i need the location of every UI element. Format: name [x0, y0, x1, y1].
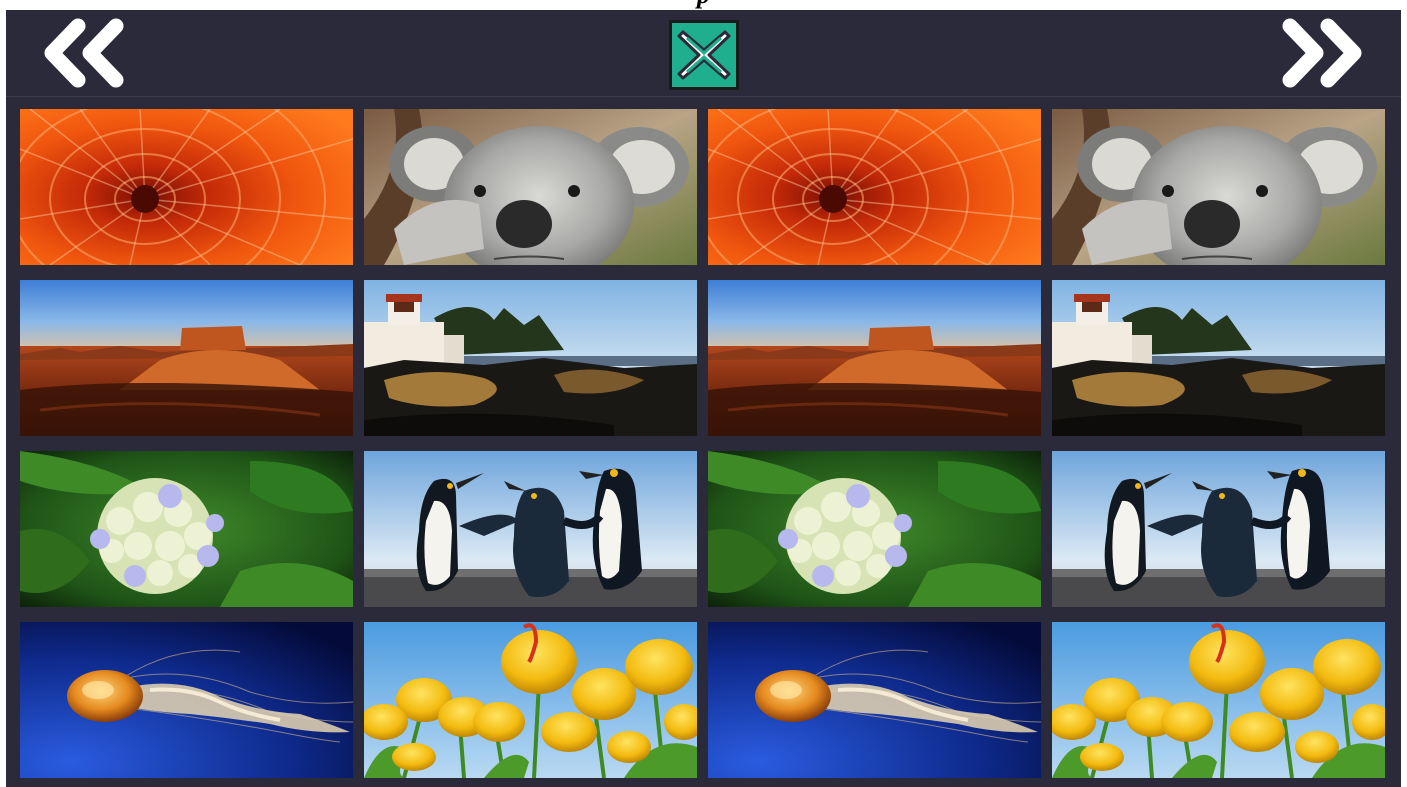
thumbnail-grid	[20, 109, 1385, 778]
thumbnail-jellyfish[interactable]	[20, 622, 353, 778]
close-x-icon	[669, 20, 739, 90]
penguins-image	[1052, 451, 1385, 607]
thumbnail-lighthouse[interactable]	[364, 280, 697, 436]
desert-image	[708, 280, 1041, 436]
thumbnail-koala[interactable]	[1052, 109, 1385, 265]
double-chevron-right-icon	[1282, 18, 1362, 88]
jellyfish-image	[20, 622, 353, 778]
hydrangeas-image	[708, 451, 1041, 607]
chrysanthemum-image	[708, 109, 1041, 265]
thumbnail-desert[interactable]	[708, 280, 1041, 436]
thumbnail-jellyfish[interactable]	[708, 622, 1041, 778]
thumbnail-koala[interactable]	[364, 109, 697, 265]
koala-image	[1052, 109, 1385, 265]
thumbnail-penguins[interactable]	[1052, 451, 1385, 607]
double-chevron-left-icon	[44, 18, 124, 88]
window-title-strip: p	[0, 0, 1407, 10]
penguins-image	[364, 451, 697, 607]
lighthouse-image	[364, 280, 697, 436]
next-page-button[interactable]	[1268, 18, 1368, 88]
thumbnail-penguins[interactable]	[364, 451, 697, 607]
thumbnail-chrysanthemum[interactable]	[20, 109, 353, 265]
thumbnail-lighthouse[interactable]	[1052, 280, 1385, 436]
thumbnail-tulips[interactable]	[364, 622, 697, 778]
jellyfish-image	[708, 622, 1041, 778]
toolbar	[6, 10, 1401, 97]
tulips-image	[1052, 622, 1385, 778]
thumbnail-desert[interactable]	[20, 280, 353, 436]
tulips-image	[364, 622, 697, 778]
desert-image	[20, 280, 353, 436]
lighthouse-image	[1052, 280, 1385, 436]
thumbnail-hydrangeas[interactable]	[20, 451, 353, 607]
thumbnail-chrysanthemum[interactable]	[708, 109, 1041, 265]
previous-page-button[interactable]	[38, 18, 138, 88]
hydrangeas-image	[20, 451, 353, 607]
close-button[interactable]	[669, 20, 739, 90]
thumbnail-tulips[interactable]	[1052, 622, 1385, 778]
window-title: p	[0, 0, 1407, 8]
thumbnail-hydrangeas[interactable]	[708, 451, 1041, 607]
gallery-window	[6, 10, 1401, 787]
chrysanthemum-image	[20, 109, 353, 265]
koala-image	[364, 109, 697, 265]
